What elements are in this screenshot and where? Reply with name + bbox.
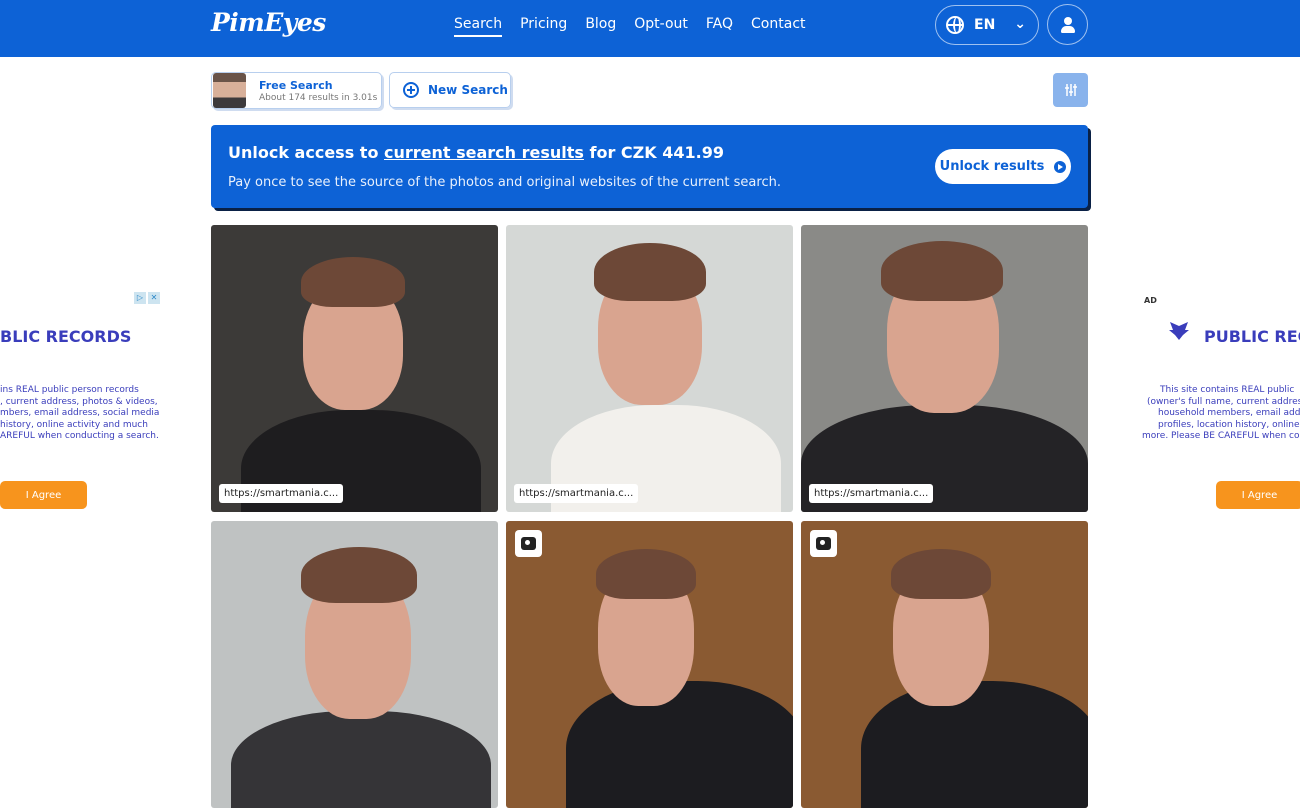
unlock-results-label: Unlock results [939, 159, 1045, 174]
sliders-icon [1064, 84, 1077, 96]
nav-faq[interactable]: FAQ [706, 16, 733, 37]
ad-body-line: more. Please BE CAREFUL when co [1142, 431, 1300, 441]
result-photo-hair [891, 549, 991, 599]
result-source-url[interactable]: https://smartmania.c... [219, 484, 344, 503]
result-photo-hair [594, 243, 706, 301]
arrow-circle-icon [1054, 160, 1067, 173]
ad-title: BLIC RECORDS [0, 327, 132, 346]
nav-opt-out[interactable]: Opt-out [634, 16, 688, 37]
ad-body-line: household members, email addr [1158, 408, 1300, 418]
free-search-title: Free Search [259, 78, 333, 92]
ad-label: AD [1144, 296, 1157, 305]
nav-pricing[interactable]: Pricing [520, 16, 567, 37]
language-selector[interactable]: EN ⌄ [935, 5, 1039, 45]
result-card[interactable]: https://smartmania.c... [506, 225, 793, 512]
user-icon [1064, 17, 1072, 25]
ad-close-icon[interactable]: ✕ [148, 292, 160, 304]
nav-contact[interactable]: Contact [751, 16, 805, 37]
result-photo-shirt [566, 681, 793, 808]
ad-body-line: ins REAL public person records [0, 385, 139, 395]
ad-right: AD PUBLIC REC This site contains REAL pu… [1135, 291, 1300, 521]
result-card[interactable] [506, 521, 793, 808]
ad-body-line: AREFUL when conducting a search. [0, 431, 159, 441]
image-icon [816, 537, 831, 550]
ad-choices[interactable]: ▷ ✕ [134, 292, 161, 304]
banner-heading-link[interactable]: current search results [384, 143, 584, 162]
new-search-label: New Search [428, 83, 508, 97]
image-icon [521, 537, 536, 550]
ad-body: ins REAL public person records , current… [0, 385, 159, 443]
ad-agree-button[interactable]: I Agree [1216, 481, 1300, 509]
result-photo-hair [596, 549, 696, 599]
new-search-button[interactable]: New Search [389, 72, 511, 108]
result-card[interactable]: https://smartmania.c... [801, 225, 1088, 512]
ad-title: PUBLIC REC [1204, 327, 1300, 346]
plus-circle-icon [403, 82, 419, 98]
ad-left: ▷ ✕ BLIC RECORDS ins REAL public person r… [0, 291, 165, 521]
banner-heading: Unlock access to current search results … [228, 143, 724, 162]
result-card[interactable] [801, 521, 1088, 808]
result-photo-shirt [231, 711, 491, 808]
search-photo-thumbnail [213, 73, 246, 108]
main-nav: Search Pricing Blog Opt-out FAQ Contact [454, 16, 824, 37]
image-badge [515, 530, 542, 557]
user-icon-body [1061, 26, 1075, 33]
result-photo-hair [301, 547, 417, 603]
banner-subtext: Pay once to see the source of the photos… [228, 175, 781, 190]
result-source-url[interactable]: https://smartmania.c... [514, 484, 639, 503]
ad-body-line: (owner's full name, current addres [1147, 396, 1300, 407]
result-card[interactable] [211, 521, 498, 808]
pimeyes-logo[interactable]: PimEyes [211, 8, 326, 37]
banner-heading-pre: Unlock access to [228, 143, 384, 162]
ad-body: This site contains REAL public (owner's … [1142, 385, 1300, 443]
globe-icon [946, 16, 964, 34]
result-count: About 174 results in 3.01s [259, 92, 378, 103]
language-label: EN [974, 17, 996, 33]
ad-body-line: history, online activity and much [0, 419, 148, 430]
result-card[interactable]: https://smartmania.c... [211, 225, 498, 512]
account-button[interactable] [1047, 4, 1088, 45]
image-badge [810, 530, 837, 557]
result-photo-hair [881, 241, 1003, 301]
unlock-banner: Unlock access to current search results … [211, 125, 1088, 208]
ad-body-line: mbers, email address, social media [0, 408, 160, 418]
ad-agree-button[interactable]: I Agree [0, 481, 87, 509]
nav-blog[interactable]: Blog [585, 16, 616, 37]
result-source-url[interactable]: https://smartmania.c... [809, 484, 934, 503]
ad-body-line: , current address, photos & videos, [0, 396, 158, 407]
top-navbar: PimEyes Search Pricing Blog Opt-out FAQ … [0, 0, 1300, 57]
nav-search[interactable]: Search [454, 16, 503, 37]
filter-button[interactable] [1053, 73, 1088, 107]
ad-body-line: profiles, location history, online a [1158, 419, 1300, 430]
free-search-tab[interactable]: Free Search About 174 results in 3.01s [211, 72, 382, 109]
ad-info-icon[interactable]: ▷ [134, 292, 146, 304]
eagle-logo-icon [1169, 322, 1189, 340]
unlock-results-button[interactable]: Unlock results [935, 149, 1071, 184]
result-photo-hair [301, 257, 405, 307]
chevron-down-icon: ⌄ [1014, 16, 1026, 32]
ad-body-line: This site contains REAL public [1160, 385, 1295, 395]
result-photo-shirt [861, 681, 1088, 808]
banner-heading-price: for CZK 441.99 [583, 143, 724, 162]
